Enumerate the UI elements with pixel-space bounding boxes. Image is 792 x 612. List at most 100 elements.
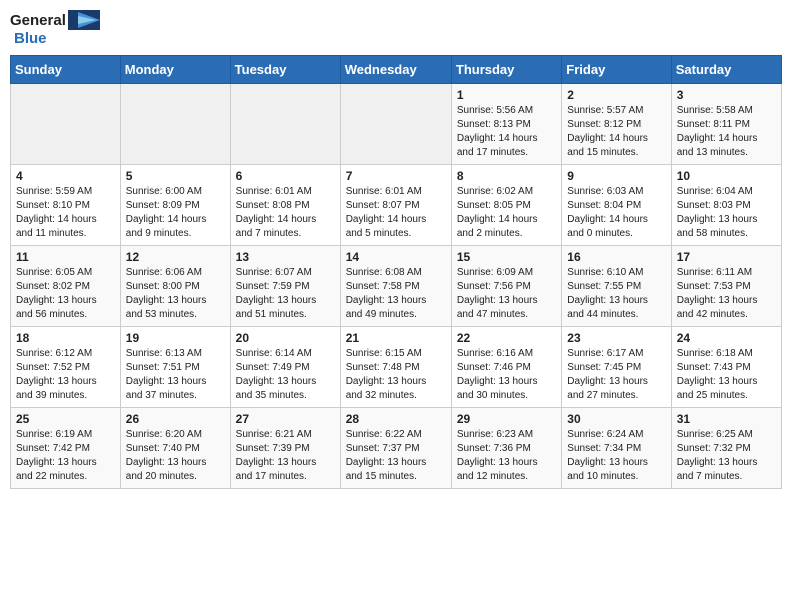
day-number: 22 <box>457 331 556 345</box>
day-number: 10 <box>677 169 776 183</box>
day-number: 18 <box>16 331 115 345</box>
day-info: Sunrise: 6:03 AM Sunset: 8:04 PM Dayligh… <box>567 185 665 241</box>
day-info: Sunrise: 6:21 AM Sunset: 7:39 PM Dayligh… <box>236 428 335 484</box>
day-info: Sunrise: 6:25 AM Sunset: 7:32 PM Dayligh… <box>677 428 776 484</box>
day-number: 12 <box>126 250 225 264</box>
calendar-cell: 30 Sunrise: 6:24 AM Sunset: 7:34 PM Dayli… <box>562 408 671 489</box>
calendar-cell: 7 Sunrise: 6:01 AM Sunset: 8:07 PM Daylig… <box>340 165 451 246</box>
calendar-cell: 24 Sunrise: 6:18 AM Sunset: 7:43 PM Dayli… <box>671 327 781 408</box>
calendar-table: SundayMondayTuesdayWednesdayThursdayFrid… <box>10 55 782 489</box>
day-number: 27 <box>236 412 335 426</box>
day-number: 20 <box>236 331 335 345</box>
day-number: 28 <box>346 412 446 426</box>
day-info: Sunrise: 6:02 AM Sunset: 8:05 PM Dayligh… <box>457 185 556 241</box>
day-number: 24 <box>677 331 776 345</box>
calendar-cell: 29Sunrise: 6:23 AM Sunset: 7:36 PM Dayli… <box>451 408 561 489</box>
day-of-week-header: Sunday <box>11 56 121 84</box>
day-number: 21 <box>346 331 446 345</box>
day-number: 13 <box>236 250 335 264</box>
day-info: Sunrise: 6:09 AM Sunset: 7:56 PM Dayligh… <box>457 266 556 322</box>
day-number: 6 <box>236 169 335 183</box>
calendar-cell: 18 Sunrise: 6:12 AM Sunset: 7:52 PM Dayli… <box>11 327 121 408</box>
day-info: Sunrise: 6:06 AM Sunset: 8:00 PM Dayligh… <box>126 266 225 322</box>
day-info: Sunrise: 6:18 AM Sunset: 7:43 PM Dayligh… <box>677 347 776 403</box>
day-number: 7 <box>346 169 446 183</box>
day-number: 31 <box>677 412 776 426</box>
day-info: Sunrise: 5:57 AM Sunset: 8:12 PM Dayligh… <box>567 104 665 160</box>
day-info: Sunrise: 6:07 AM Sunset: 7:59 PM Dayligh… <box>236 266 335 322</box>
calendar-week-row: 18 Sunrise: 6:12 AM Sunset: 7:52 PM Dayli… <box>11 327 782 408</box>
day-number: 9 <box>567 169 665 183</box>
day-number: 4 <box>16 169 115 183</box>
day-number: 3 <box>677 88 776 102</box>
day-number: 11 <box>16 250 115 264</box>
calendar-cell: 17 Sunrise: 6:11 AM Sunset: 7:53 PM Dayli… <box>671 246 781 327</box>
day-info: Sunrise: 6:10 AM Sunset: 7:55 PM Dayligh… <box>567 266 665 322</box>
day-info: Sunrise: 6:14 AM Sunset: 7:49 PM Dayligh… <box>236 347 335 403</box>
calendar-cell: 28 Sunrise: 6:22 AM Sunset: 7:37 PM Dayli… <box>340 408 451 489</box>
calendar-body: 1Sunrise: 5:56 AM Sunset: 8:13 PM Daylig… <box>11 84 782 489</box>
calendar-cell: 3 Sunrise: 5:58 AM Sunset: 8:11 PM Daylig… <box>671 84 781 165</box>
calendar-cell: 20 Sunrise: 6:14 AM Sunset: 7:49 PM Dayli… <box>230 327 340 408</box>
day-number: 17 <box>677 250 776 264</box>
day-info: Sunrise: 6:24 AM Sunset: 7:34 PM Dayligh… <box>567 428 665 484</box>
logo-flag-icon <box>68 10 100 30</box>
day-number: 26 <box>126 412 225 426</box>
logo-general-text: General <box>10 12 66 29</box>
day-info: Sunrise: 6:17 AM Sunset: 7:45 PM Dayligh… <box>567 347 665 403</box>
day-info: Sunrise: 5:58 AM Sunset: 8:11 PM Dayligh… <box>677 104 776 160</box>
day-info: Sunrise: 5:59 AM Sunset: 8:10 PM Dayligh… <box>16 185 115 241</box>
day-of-week-header: Wednesday <box>340 56 451 84</box>
calendar-cell: 6 Sunrise: 6:01 AM Sunset: 8:08 PM Daylig… <box>230 165 340 246</box>
calendar-cell <box>340 84 451 165</box>
day-info: Sunrise: 6:16 AM Sunset: 7:46 PM Dayligh… <box>457 347 556 403</box>
calendar-cell: 10Sunrise: 6:04 AM Sunset: 8:03 PM Dayli… <box>671 165 781 246</box>
day-number: 14 <box>346 250 446 264</box>
day-number: 30 <box>567 412 665 426</box>
calendar-cell <box>230 84 340 165</box>
calendar-cell <box>11 84 121 165</box>
day-info: Sunrise: 6:22 AM Sunset: 7:37 PM Dayligh… <box>346 428 446 484</box>
calendar-cell: 19 Sunrise: 6:13 AM Sunset: 7:51 PM Dayli… <box>120 327 230 408</box>
calendar-cell: 4 Sunrise: 5:59 AM Sunset: 8:10 PM Daylig… <box>11 165 121 246</box>
page-header: General Blue <box>10 10 782 47</box>
calendar-week-row: 4 Sunrise: 5:59 AM Sunset: 8:10 PM Daylig… <box>11 165 782 246</box>
calendar-cell: 15Sunrise: 6:09 AM Sunset: 7:56 PM Dayli… <box>451 246 561 327</box>
calendar-week-row: 1Sunrise: 5:56 AM Sunset: 8:13 PM Daylig… <box>11 84 782 165</box>
day-of-week-header: Monday <box>120 56 230 84</box>
calendar-cell: 21Sunrise: 6:15 AM Sunset: 7:48 PM Dayli… <box>340 327 451 408</box>
calendar-week-row: 11Sunrise: 6:05 AM Sunset: 8:02 PM Dayli… <box>11 246 782 327</box>
day-info: Sunrise: 6:23 AM Sunset: 7:36 PM Dayligh… <box>457 428 556 484</box>
calendar-cell: 16 Sunrise: 6:10 AM Sunset: 7:55 PM Dayli… <box>562 246 671 327</box>
day-number: 5 <box>126 169 225 183</box>
calendar-cell: 2 Sunrise: 5:57 AM Sunset: 8:12 PM Daylig… <box>562 84 671 165</box>
calendar-week-row: 25 Sunrise: 6:19 AM Sunset: 7:42 PM Dayli… <box>11 408 782 489</box>
day-of-week-header: Tuesday <box>230 56 340 84</box>
logo: General Blue <box>10 10 100 47</box>
day-info: Sunrise: 6:12 AM Sunset: 7:52 PM Dayligh… <box>16 347 115 403</box>
day-number: 19 <box>126 331 225 345</box>
calendar-cell: 11Sunrise: 6:05 AM Sunset: 8:02 PM Dayli… <box>11 246 121 327</box>
calendar-cell <box>120 84 230 165</box>
calendar-cell: 23 Sunrise: 6:17 AM Sunset: 7:45 PM Dayli… <box>562 327 671 408</box>
calendar-cell: 9 Sunrise: 6:03 AM Sunset: 8:04 PM Daylig… <box>562 165 671 246</box>
day-number: 16 <box>567 250 665 264</box>
day-info: Sunrise: 6:01 AM Sunset: 8:07 PM Dayligh… <box>346 185 446 241</box>
calendar-cell: 13 Sunrise: 6:07 AM Sunset: 7:59 PM Dayli… <box>230 246 340 327</box>
day-number: 25 <box>16 412 115 426</box>
day-number: 23 <box>567 331 665 345</box>
day-of-week-header: Saturday <box>671 56 781 84</box>
day-of-week-header: Thursday <box>451 56 561 84</box>
day-info: Sunrise: 6:13 AM Sunset: 7:51 PM Dayligh… <box>126 347 225 403</box>
day-info: Sunrise: 6:08 AM Sunset: 7:58 PM Dayligh… <box>346 266 446 322</box>
day-info: Sunrise: 6:20 AM Sunset: 7:40 PM Dayligh… <box>126 428 225 484</box>
calendar-cell: 14 Sunrise: 6:08 AM Sunset: 7:58 PM Dayli… <box>340 246 451 327</box>
day-info: Sunrise: 6:01 AM Sunset: 8:08 PM Dayligh… <box>236 185 335 241</box>
calendar-cell: 1Sunrise: 5:56 AM Sunset: 8:13 PM Daylig… <box>451 84 561 165</box>
day-info: Sunrise: 6:11 AM Sunset: 7:53 PM Dayligh… <box>677 266 776 322</box>
day-number: 2 <box>567 88 665 102</box>
day-number: 1 <box>457 88 556 102</box>
day-info: Sunrise: 6:19 AM Sunset: 7:42 PM Dayligh… <box>16 428 115 484</box>
calendar-cell: 27 Sunrise: 6:21 AM Sunset: 7:39 PM Dayli… <box>230 408 340 489</box>
calendar-cell: 5Sunrise: 6:00 AM Sunset: 8:09 PM Daylig… <box>120 165 230 246</box>
